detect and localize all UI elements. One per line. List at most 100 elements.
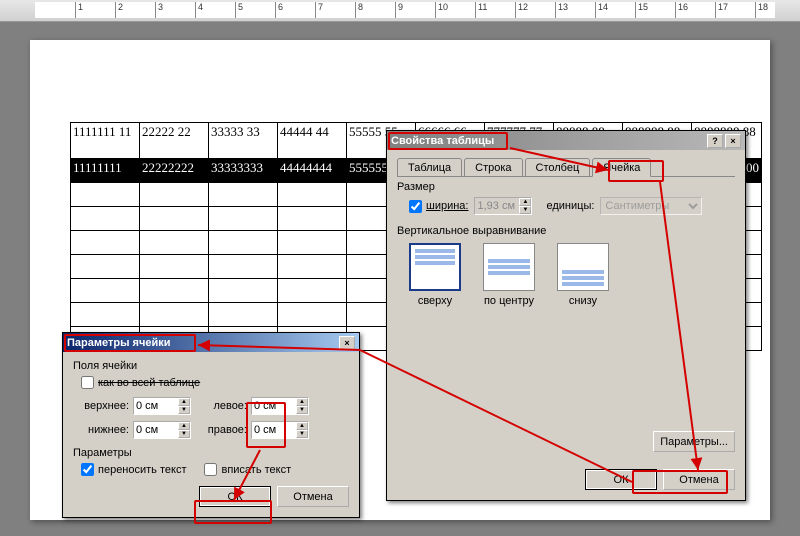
- cellopts-cancel-button[interactable]: Отмена: [277, 486, 349, 507]
- ruler-mark: 15: [635, 2, 648, 18]
- right-margin-spinner[interactable]: ▲▼: [251, 421, 309, 439]
- table-cell[interactable]: [209, 255, 278, 279]
- ruler-mark: 7: [315, 2, 323, 18]
- tab-Ячейка[interactable]: Ячейка: [592, 158, 651, 177]
- table-cell[interactable]: [71, 279, 140, 303]
- table-cell[interactable]: [71, 231, 140, 255]
- left-margin-spinner[interactable]: ▲▼: [251, 397, 309, 415]
- table-cell[interactable]: [140, 231, 209, 255]
- ruler-mark: 2: [115, 2, 123, 18]
- right-margin-label: правое:: [205, 424, 247, 436]
- ruler: 123456789101112131415161718: [35, 2, 775, 18]
- ruler-mark: 4: [195, 2, 203, 18]
- ruler-mark: 8: [355, 2, 363, 18]
- valign-icon: [483, 243, 535, 291]
- valign-top[interactable]: сверху: [409, 243, 461, 307]
- margins-group-label: Поля ячейки: [73, 360, 349, 372]
- cell-options-dialog: Параметры ячейки × Поля ячейки как во вс…: [62, 332, 360, 518]
- table-header-cell[interactable]: 1111111 11: [71, 123, 140, 159]
- same-as-table-checkbox[interactable]: как во всей таблице: [81, 376, 200, 389]
- valign-center[interactable]: по центру: [483, 243, 535, 307]
- table-cell[interactable]: [140, 279, 209, 303]
- props-ok-button[interactable]: ОК: [585, 469, 657, 490]
- valign-buttons: сверху по центру снизу: [397, 243, 735, 307]
- wrap-text-checkbox[interactable]: переносить текст: [81, 463, 186, 476]
- valign-icon: [409, 243, 461, 291]
- ruler-mark: 16: [675, 2, 688, 18]
- table-selected-cell[interactable]: 44444444: [278, 159, 347, 183]
- table-cell[interactable]: [71, 207, 140, 231]
- units-select: Сантиметры: [600, 197, 702, 215]
- cellopts-close-button[interactable]: ×: [339, 336, 355, 350]
- fit-text-checkbox[interactable]: вписать текст: [204, 463, 291, 476]
- valign-bottom[interactable]: снизу: [557, 243, 609, 307]
- cell-options-titlebar[interactable]: Параметры ячейки ×: [63, 333, 359, 352]
- table-header-cell[interactable]: 33333 33: [209, 123, 278, 159]
- table-header-cell[interactable]: 22222 22: [140, 123, 209, 159]
- bottom-margin-label: нижнее:: [81, 424, 129, 436]
- valign-icon: [557, 243, 609, 291]
- ruler-mark: 12: [515, 2, 528, 18]
- table-cell[interactable]: [209, 231, 278, 255]
- ruler-mark: 11: [475, 2, 487, 18]
- width-spinner: ▲▼: [474, 197, 532, 215]
- ruler-mark: 3: [155, 2, 163, 18]
- table-properties-dialog: Свойства таблицы ? × ТаблицаСтрокаСтолбе…: [386, 130, 746, 501]
- tab-cell-panel: Размер ширина: ▲▼ единицы: Сантиметры Ве…: [397, 181, 735, 461]
- tabs: ТаблицаСтрокаСтолбецЯчейка: [397, 158, 735, 177]
- table-cell[interactable]: [278, 231, 347, 255]
- table-cell[interactable]: [71, 255, 140, 279]
- table-cell[interactable]: [278, 303, 347, 327]
- cell-params-button[interactable]: Параметры...: [653, 431, 735, 452]
- table-cell[interactable]: [209, 207, 278, 231]
- valign-caption: сверху: [409, 295, 461, 307]
- valign-caption: снизу: [557, 295, 609, 307]
- table-cell[interactable]: [140, 183, 209, 207]
- width-checkbox[interactable]: ширина:: [409, 200, 468, 213]
- table-cell[interactable]: [209, 183, 278, 207]
- cell-options-title: Параметры ячейки: [67, 337, 170, 349]
- ruler-mark: 1: [75, 2, 83, 18]
- ruler-mark: 18: [755, 2, 768, 18]
- options-group-label: Параметры: [73, 447, 349, 459]
- bottom-margin-spinner[interactable]: ▲▼: [133, 421, 191, 439]
- table-selected-cell[interactable]: 22222222: [140, 159, 209, 183]
- ruler-mark: 9: [395, 2, 403, 18]
- ruler-mark: 6: [275, 2, 283, 18]
- table-header-cell[interactable]: 44444 44: [278, 123, 347, 159]
- table-properties-titlebar[interactable]: Свойства таблицы ? ×: [387, 131, 745, 150]
- size-group-label: Размер: [397, 181, 735, 193]
- table-cell[interactable]: [140, 303, 209, 327]
- table-cell[interactable]: [278, 279, 347, 303]
- cellopts-ok-button[interactable]: ОК: [199, 486, 271, 507]
- table-selected-cell[interactable]: 33333333: [209, 159, 278, 183]
- table-cell[interactable]: [140, 207, 209, 231]
- left-margin-label: левое:: [205, 400, 247, 412]
- table-cell[interactable]: [209, 303, 278, 327]
- ruler-mark: 14: [595, 2, 608, 18]
- table-cell[interactable]: [140, 255, 209, 279]
- table-cell[interactable]: [71, 183, 140, 207]
- top-margin-spinner[interactable]: ▲▼: [133, 397, 191, 415]
- units-label: единицы:: [546, 200, 594, 212]
- table-cell[interactable]: [278, 183, 347, 207]
- ruler-mark: 10: [435, 2, 448, 18]
- ruler-mark: 13: [555, 2, 568, 18]
- ruler-mark: 5: [235, 2, 243, 18]
- help-button[interactable]: ?: [707, 134, 723, 148]
- valign-group-label: Вертикальное выравнивание: [397, 225, 735, 237]
- table-cell[interactable]: [71, 303, 140, 327]
- top-margin-label: верхнее:: [81, 400, 129, 412]
- table-cell[interactable]: [209, 279, 278, 303]
- tab-Строка[interactable]: Строка: [464, 158, 522, 176]
- ruler-mark: 17: [715, 2, 728, 18]
- table-properties-title: Свойства таблицы: [391, 135, 494, 147]
- props-cancel-button[interactable]: Отмена: [663, 469, 735, 490]
- table-selected-cell[interactable]: 11111111: [71, 159, 140, 183]
- ruler-bar: 123456789101112131415161718: [0, 0, 800, 22]
- close-button[interactable]: ×: [725, 134, 741, 148]
- table-cell[interactable]: [278, 255, 347, 279]
- tab-Таблица[interactable]: Таблица: [397, 158, 462, 176]
- tab-Столбец[interactable]: Столбец: [525, 158, 591, 176]
- table-cell[interactable]: [278, 207, 347, 231]
